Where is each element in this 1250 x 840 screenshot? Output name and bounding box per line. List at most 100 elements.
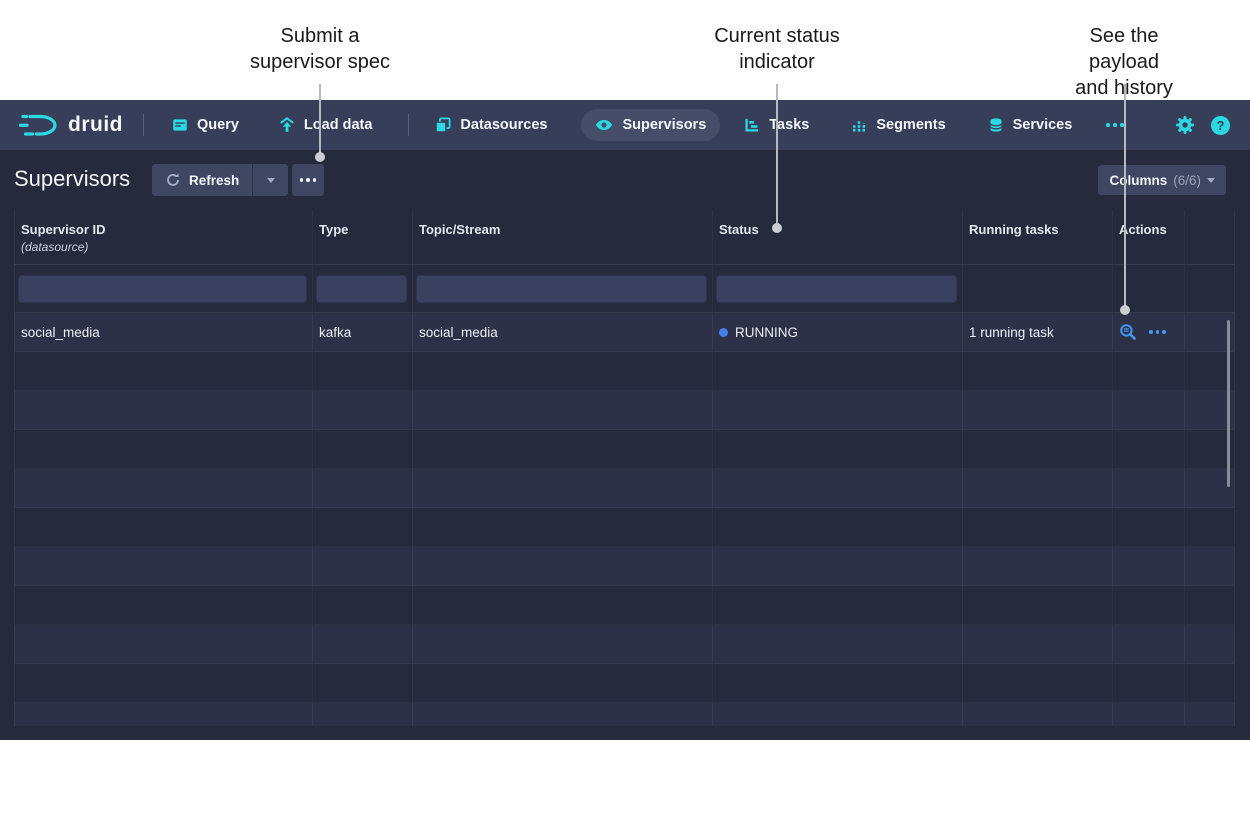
filter-cell-empty (1185, 265, 1235, 312)
page-title: Supervisors (14, 166, 130, 192)
cell-empty (413, 586, 713, 624)
cell-empty (963, 625, 1113, 663)
druid-logo[interactable]: druid (16, 111, 123, 139)
filter-cell-empty (1113, 265, 1185, 312)
cell-empty (1185, 703, 1235, 726)
supervisors-more-button[interactable] (292, 164, 324, 196)
column-header-topic-stream[interactable]: Topic/Stream (413, 210, 713, 264)
cell-empty (713, 508, 963, 546)
nav-item-label: Query (197, 117, 239, 133)
cell-empty (1185, 625, 1235, 663)
column-header-actions[interactable]: Actions (1113, 210, 1185, 264)
druid-logo-text: druid (68, 113, 123, 137)
view-toolbar: Supervisors Refresh Column (0, 150, 1250, 210)
table-row-empty (14, 547, 1235, 586)
type-filter-input[interactable] (316, 275, 407, 303)
column-header-supervisor-id[interactable]: Supervisor ID (datasource) (14, 210, 313, 264)
cell-empty (14, 469, 313, 507)
cell-empty (313, 547, 413, 585)
cell-empty (1113, 547, 1185, 585)
cell-empty (313, 664, 413, 702)
annotation-payload-history: See the payload and history (1061, 23, 1187, 101)
nav-item-label: Supervisors (622, 117, 706, 133)
cell-empty (313, 391, 413, 429)
table-row-empty (14, 586, 1235, 625)
table-body: social_media kafka social_media RUNNING … (14, 313, 1235, 726)
cell-empty (713, 352, 963, 390)
eye-icon (595, 117, 613, 133)
load-data-icon (279, 117, 295, 133)
nav-item-services[interactable]: Services (982, 109, 1079, 141)
supervisor-id-filter-input[interactable] (18, 275, 307, 303)
cell-empty (14, 625, 313, 663)
table-row-empty (14, 664, 1235, 703)
column-header-spacer (1185, 210, 1235, 264)
nav-item-datasources[interactable]: Datasources (429, 109, 553, 141)
cell-topic-stream: social_media (413, 313, 713, 351)
cell-empty (963, 508, 1113, 546)
database-icon (988, 117, 1004, 133)
cell-empty (713, 391, 963, 429)
nav-item-load-data[interactable]: Load data (273, 109, 378, 141)
status-filter-input[interactable] (716, 275, 957, 303)
nav-separator (408, 114, 409, 136)
cell-empty (313, 586, 413, 624)
cell-supervisor-id[interactable]: social_media (14, 313, 313, 351)
cell-empty (313, 469, 413, 507)
cell-empty (1185, 586, 1235, 624)
nav-item-query[interactable]: Query (166, 109, 245, 141)
topic-stream-filter-input[interactable] (416, 275, 707, 303)
cell-empty (313, 430, 413, 468)
columns-picker-button[interactable]: Columns (6/6) (1098, 165, 1226, 195)
cell-empty (313, 703, 413, 726)
columns-button-label: Columns (1109, 173, 1167, 188)
cell-empty (413, 508, 713, 546)
refresh-button[interactable]: Refresh (152, 164, 252, 196)
nav-item-segments[interactable]: Segments (845, 109, 951, 141)
cell-empty (14, 352, 313, 390)
row-actions-menu-icon[interactable] (1147, 328, 1168, 336)
refresh-interval-dropdown[interactable] (252, 164, 288, 196)
nav-item-tasks[interactable]: Tasks (738, 109, 815, 141)
bar-chart-icon (851, 117, 867, 133)
cell-empty (963, 391, 1113, 429)
top-navbar: druid Query (0, 100, 1250, 150)
nav-item-label: Services (1013, 117, 1073, 133)
nav-item-supervisors[interactable]: Supervisors (581, 109, 720, 141)
cell-empty (713, 469, 963, 507)
chevron-down-icon (1207, 178, 1215, 183)
cell-empty (413, 391, 713, 429)
cell-empty (1113, 586, 1185, 624)
cell-empty (713, 664, 963, 702)
cell-empty (313, 625, 413, 663)
cell-empty (14, 430, 313, 468)
gear-icon[interactable] (1175, 115, 1195, 135)
help-icon[interactable]: ? (1211, 116, 1230, 135)
nav-item-label: Segments (876, 117, 945, 133)
gantt-icon (744, 117, 760, 133)
chevron-down-icon (267, 178, 275, 183)
cell-status: RUNNING (713, 313, 963, 351)
column-header-subtitle: (datasource) (21, 240, 312, 254)
nav-overflow-menu[interactable] (1102, 123, 1128, 127)
cell-empty (1113, 469, 1185, 507)
cell-empty (1185, 664, 1235, 702)
annotation-status-indicator: Current status indicator (714, 23, 840, 75)
datasources-icon (435, 117, 451, 133)
cell-empty (14, 391, 313, 429)
column-header-status[interactable]: Status (713, 210, 963, 264)
table-scrollbar[interactable] (1227, 320, 1230, 487)
cell-empty (713, 547, 963, 585)
column-header-running-tasks[interactable]: Running tasks (963, 210, 1113, 264)
cell-empty (713, 703, 963, 726)
cell-actions (1113, 313, 1185, 351)
cell-empty (14, 703, 313, 726)
refresh-button-group: Refresh (152, 164, 288, 196)
refresh-icon (165, 172, 181, 188)
cell-empty (963, 703, 1113, 726)
nav-item-label: Load data (304, 117, 372, 133)
search-payload-icon[interactable] (1119, 323, 1137, 341)
table-row-empty (14, 625, 1235, 664)
column-header-type[interactable]: Type (313, 210, 413, 264)
cell-running-tasks: 1 running task (963, 313, 1113, 351)
